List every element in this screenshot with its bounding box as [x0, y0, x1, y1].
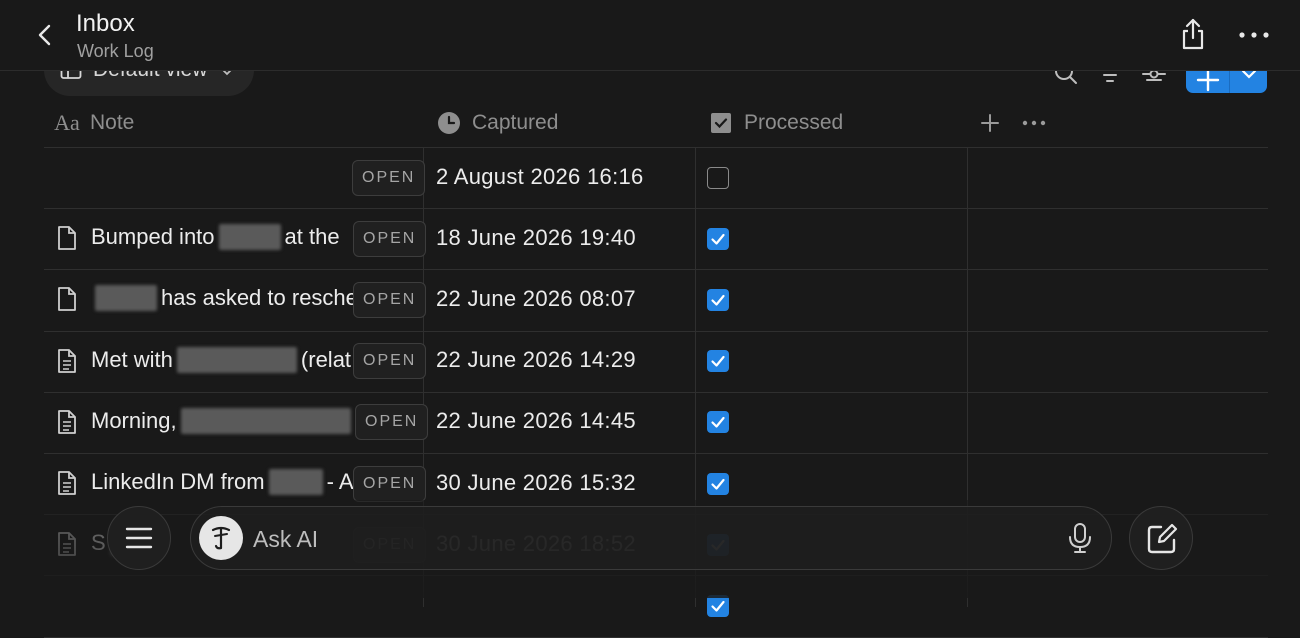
processed-checkbox[interactable]: [707, 167, 729, 189]
processed-checkbox-checked[interactable]: [707, 473, 729, 495]
redacted-text: [268, 469, 323, 495]
text-property-icon: Aa: [54, 110, 80, 135]
captured-date[interactable]: 22 June 2026 14:29: [436, 347, 636, 373]
open-page-button[interactable]: OPEN: [352, 160, 426, 196]
processed-checkbox-checked[interactable]: [707, 289, 729, 311]
checkmark-icon: [711, 600, 725, 612]
chevron-left-icon: [38, 24, 51, 46]
note-text: - A: [326, 469, 354, 494]
processed-checkbox-checked[interactable]: [707, 228, 729, 250]
page-icon: [58, 349, 76, 373]
note-text: at the: [284, 224, 340, 249]
note-title: Bumped into at the: [91, 224, 340, 250]
back-button[interactable]: [30, 20, 60, 50]
ai-assistant-icon: [199, 516, 243, 560]
captured-date[interactable]: 18 June 2026 19:40: [436, 225, 636, 251]
checkmark-icon: [711, 233, 725, 245]
column-options-button[interactable]: [1020, 111, 1048, 135]
ellipsis-icon: [1239, 32, 1269, 38]
page-icon: [58, 287, 76, 311]
captured-date[interactable]: 2 August 2026 16:16: [436, 164, 644, 190]
clock-icon: [436, 110, 462, 136]
processed-checkbox-checked[interactable]: [707, 411, 729, 433]
open-page-button[interactable]: OPEN: [355, 404, 429, 440]
column-header-processed[interactable]: Processed: [708, 108, 843, 138]
note-text: Bumped into: [91, 224, 215, 249]
ask-ai-label: Ask AI: [253, 526, 319, 552]
checkmark-icon: [711, 416, 725, 428]
note-text: (relat: [300, 347, 352, 372]
microphone-icon: [1069, 523, 1091, 553]
column-header-label: Processed: [744, 111, 844, 134]
redacted-text: [218, 224, 281, 250]
redacted-text: [176, 347, 297, 373]
captured-date[interactable]: 22 June 2026 14:45: [436, 408, 636, 434]
checkmark-icon: [711, 478, 725, 490]
ask-ai-bar[interactable]: [190, 506, 1112, 570]
note-title: Morning,: [91, 408, 355, 434]
processed-checkbox-checked[interactable]: [707, 350, 729, 372]
share-button[interactable]: [1176, 16, 1210, 52]
plus-icon: [1196, 68, 1220, 92]
open-page-button[interactable]: OPEN: [353, 221, 427, 257]
checkbox-property-icon: [708, 110, 734, 136]
page-icon: [58, 410, 76, 434]
checkmark-icon: [711, 355, 725, 367]
add-property-button[interactable]: [978, 111, 1002, 135]
top-bar: [0, 0, 1300, 71]
note-title: has asked to resche: [91, 285, 358, 311]
more-options-button[interactable]: [1236, 20, 1272, 50]
hamburger-icon: [125, 527, 153, 549]
page-title: Inbox: [76, 10, 135, 37]
captured-date[interactable]: 22 June 2026 08:07: [436, 286, 636, 312]
column-header-captured[interactable]: Captured: [436, 108, 558, 138]
compose-icon: [1147, 523, 1178, 554]
compose-button[interactable]: [1129, 506, 1193, 570]
menu-button[interactable]: [107, 506, 171, 570]
microphone-button[interactable]: [1066, 522, 1094, 554]
note-text: Met with: [91, 347, 173, 372]
note-text: Morning,: [91, 408, 177, 433]
open-page-button[interactable]: OPEN: [353, 282, 427, 318]
note-text: LinkedIn DM from: [91, 469, 265, 494]
note-title: LinkedIn DM from - A: [91, 469, 354, 495]
column-header-label: Note: [90, 111, 135, 134]
plus-icon: [981, 114, 999, 132]
checkmark-icon: [711, 294, 725, 306]
page-icon: [58, 471, 76, 495]
column-header-note[interactable]: Aa Note: [54, 108, 134, 138]
ellipsis-icon: [1022, 120, 1046, 126]
captured-date[interactable]: 30 June 2026 15:32: [436, 470, 636, 496]
redacted-text: [180, 408, 351, 434]
note-text: has asked to resche: [161, 285, 358, 310]
note-title: Met with (relat: [91, 347, 351, 373]
share-icon: [1182, 18, 1204, 50]
open-page-button[interactable]: OPEN: [353, 343, 427, 379]
column-header-label: Captured: [472, 111, 559, 134]
page-icon: [58, 226, 76, 250]
processed-checkbox-checked[interactable]: [707, 595, 729, 617]
redacted-text: [95, 285, 157, 311]
open-page-button[interactable]: OPEN: [353, 466, 427, 502]
page-subtitle: Work Log: [77, 41, 154, 61]
